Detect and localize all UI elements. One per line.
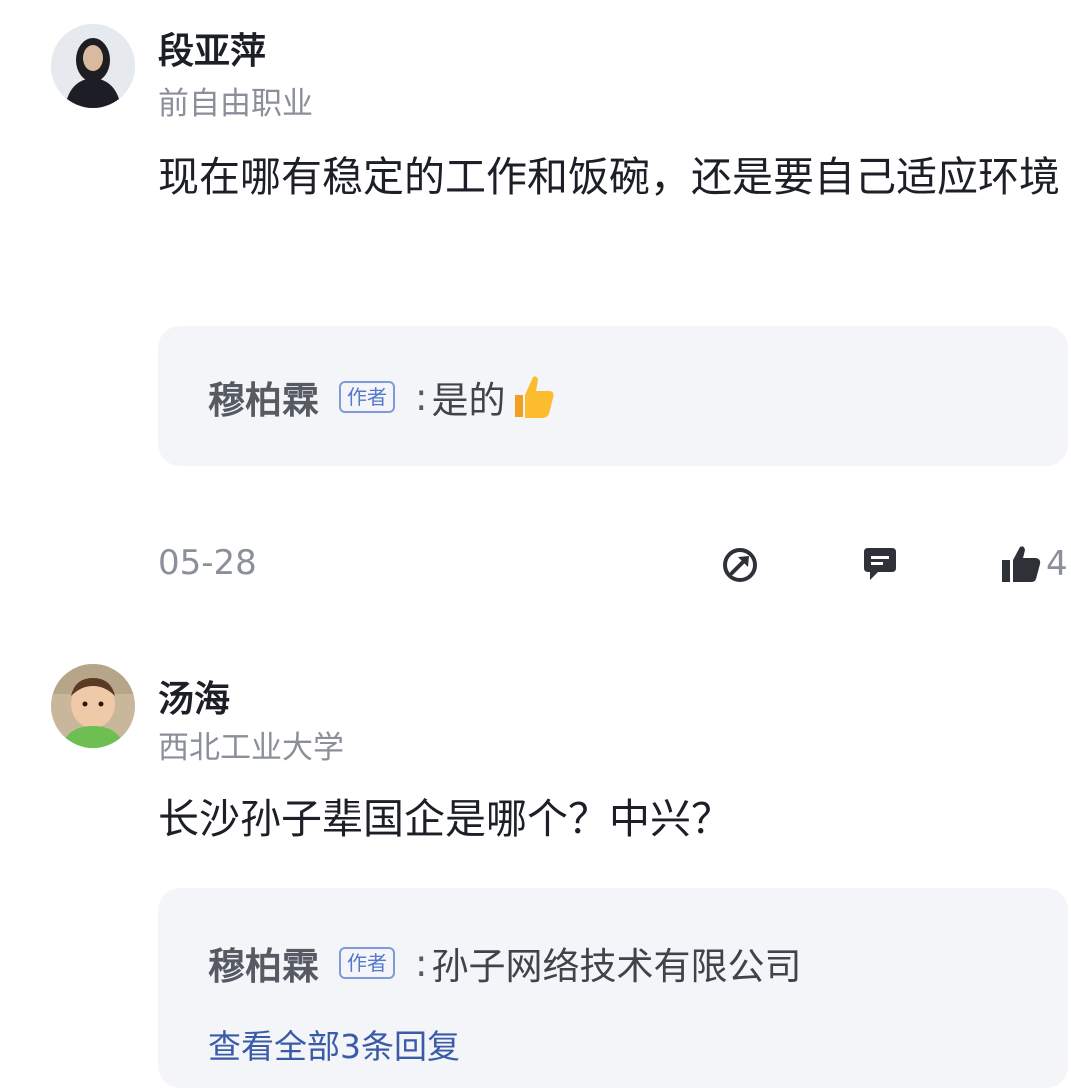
share-button[interactable] — [720, 544, 760, 584]
comment-button[interactable] — [860, 544, 900, 584]
like-count: 4 — [1046, 544, 1068, 584]
reply-author[interactable]: 穆柏霖 — [208, 370, 319, 424]
share-icon — [723, 548, 757, 582]
reply-colon: : — [415, 941, 428, 985]
avatar[interactable] — [51, 24, 135, 108]
comment-icon — [864, 548, 896, 580]
reply-text: 孙子网络技术有限公司 — [431, 945, 802, 988]
user-subtitle: 西北工业大学 — [158, 730, 344, 766]
reply-box[interactable]: 穆柏霖 作者 : 是的 — [158, 326, 1068, 466]
reply-text: 是的 — [431, 379, 506, 422]
thumbs-up-emoji-icon — [507, 371, 559, 423]
comment-item: 汤海 西北工业大学 长沙孙子辈国企是哪个？中兴？ 穆柏霖 作者 : 孙子网络技术… — [0, 640, 1071, 1088]
author-tag: 作者 — [339, 947, 395, 979]
comment-date: 05-28 — [158, 543, 257, 583]
like-button[interactable]: 4 — [1000, 544, 1071, 584]
username[interactable]: 汤海 — [158, 670, 230, 722]
comment-text: 长沙孙子辈国企是哪个？中兴？ — [158, 795, 732, 843]
reply-line: 穆柏霖 作者 : 孙子网络技术有限公司 — [208, 936, 801, 990]
reply-line: 穆柏霖 作者 : 是的 — [208, 370, 559, 424]
view-all-replies-link[interactable]: 查看全部3条回复 — [208, 1020, 460, 1068]
comment-text: 现在哪有稳定的工作和饭碗，还是要自己适应环境 — [158, 153, 1060, 201]
reply-colon: : — [415, 375, 428, 419]
thumbs-up-icon — [1002, 546, 1041, 582]
reply-box[interactable]: 穆柏霖 作者 : 孙子网络技术有限公司 查看全部3条回复 — [158, 888, 1068, 1088]
username[interactable]: 段亚萍 — [158, 22, 266, 74]
comment-item: 段亚萍 前自由职业 现在哪有稳定的工作和饭碗，还是要自己适应环境 穆柏霖 作者 … — [0, 0, 1071, 620]
user-subtitle: 前自由职业 — [158, 86, 313, 122]
avatar[interactable] — [51, 664, 135, 748]
author-tag: 作者 — [339, 381, 395, 413]
reply-author[interactable]: 穆柏霖 — [208, 936, 319, 990]
